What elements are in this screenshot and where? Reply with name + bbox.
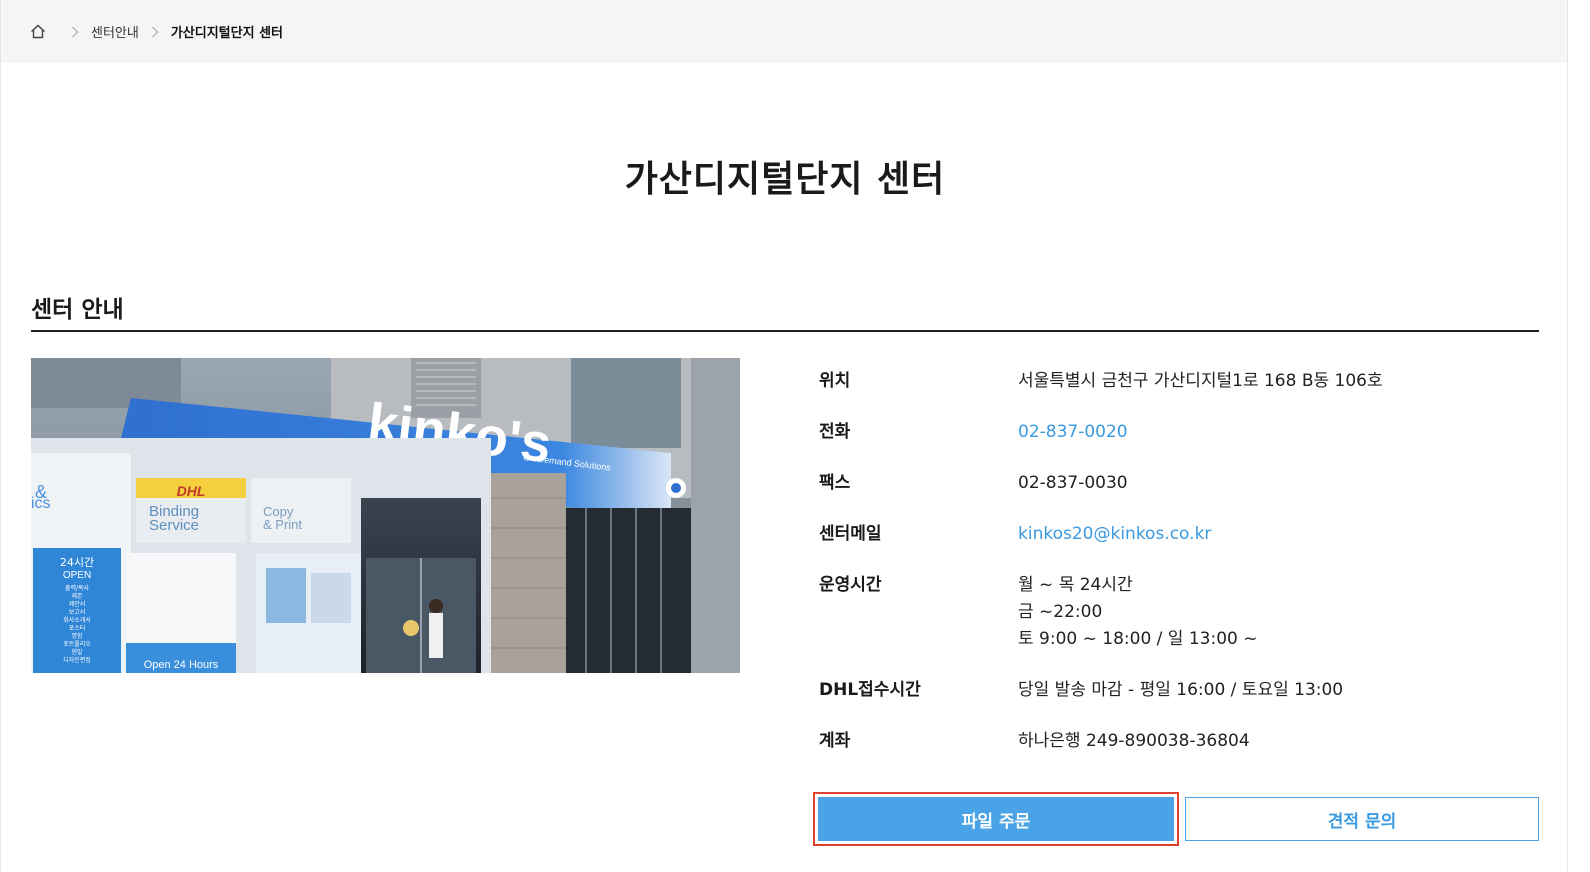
info-label-hours: 운영시간 <box>819 575 882 595</box>
home-icon[interactable] <box>29 23 47 41</box>
breadcrumb-item-current: 가산디지털단지 센터 <box>170 26 284 41</box>
svg-text:Open 24 Hours: Open 24 Hours <box>144 659 219 671</box>
info-row-location: 위치 서울특별시 금천구 가산디지털1로 168 B동 106호 <box>819 368 1539 395</box>
hours-line: 금 ~22:00 <box>1018 602 1103 622</box>
center-storefront-photo: kinko's On Demand Solutions & ics 24시간 O… <box>31 358 740 673</box>
page-frame: 센터안내 가산디지털단지 센터 가산디지털단지 센터 센터 안내 kinko's… <box>0 0 1568 872</box>
breadcrumb-item-center-guide[interactable]: 센터안내 <box>91 22 139 41</box>
email-link[interactable]: kinkos20@kinkos.co.kr <box>1018 521 1211 548</box>
svg-text:보고서: 보고서 <box>69 608 86 616</box>
svg-text:현발: 현발 <box>71 648 83 656</box>
svg-text:제안서: 제안서 <box>69 600 86 608</box>
svg-text:출력/복사: 출력/복사 <box>65 584 90 592</box>
info-value-fax: 02-837-0030 <box>1018 473 1128 493</box>
hours-line: 토 9:00 ~ 18:00 / 일 13:00 ~ <box>1018 629 1258 649</box>
info-label-dhl: DHL접수시간 <box>819 680 921 700</box>
breadcrumb: 센터안내 가산디지털단지 센터 <box>1 0 1567 63</box>
phone-link[interactable]: 02-837-0020 <box>1018 419 1128 446</box>
info-row-email: 센터메일 kinkos20@kinkos.co.kr <box>819 521 1539 548</box>
info-label-location: 위치 <box>819 371 851 391</box>
svg-text:디자인편집: 디자인편집 <box>63 656 91 664</box>
svg-text:포스터: 포스터 <box>69 624 86 632</box>
info-label-account: 계좌 <box>819 731 851 751</box>
svg-text:Service: Service <box>149 517 199 534</box>
svg-text:ics: ics <box>31 495 51 512</box>
chevron-right-icon <box>69 26 81 38</box>
info-row-fax: 팩스 02-837-0030 <box>819 470 1539 497</box>
chevron-right-icon <box>149 26 161 38</box>
info-value-hours: 월 ~ 목 24시간 금 ~22:00 토 9:00 ~ 18:00 / 일 1… <box>1018 572 1257 653</box>
file-order-button[interactable]: 파일 주문 <box>818 797 1174 841</box>
svg-text:회사소개서: 회사소개서 <box>63 616 91 624</box>
section-title: 센터 안내 <box>31 297 124 323</box>
page-title: 가산디지털단지 센터 <box>624 159 946 200</box>
info-row-account: 계좌 하나은행 249-890038-36804 <box>819 728 1539 755</box>
info-value-dhl: 당일 발송 마감 - 평일 16:00 / 토요일 13:00 <box>1018 680 1344 700</box>
info-value-location: 서울특별시 금천구 가산디지털1로 168 B동 106호 <box>1018 371 1383 391</box>
info-label-email: 센터메일 <box>819 524 882 544</box>
quote-inquiry-button[interactable]: 견적 문의 <box>1185 797 1539 841</box>
svg-text:OPEN: OPEN <box>63 570 91 581</box>
svg-text:& Print: & Print <box>263 517 302 532</box>
svg-text:DHL: DHL <box>177 483 206 499</box>
info-value-account: 하나은행 249-890038-36804 <box>1018 731 1250 751</box>
center-info-list: 위치 서울특별시 금천구 가산디지털1로 168 B동 106호 전화 02-8… <box>819 368 1539 779</box>
info-row-phone: 전화 02-837-0020 <box>819 419 1539 446</box>
hours-line: 월 ~ 목 24시간 <box>1018 575 1133 595</box>
section-divider <box>31 330 1539 332</box>
info-label-phone: 전화 <box>819 422 851 442</box>
info-row-hours: 운영시간 월 ~ 목 24시간 금 ~22:00 토 9:00 ~ 18:00 … <box>819 572 1539 653</box>
info-row-dhl: DHL접수시간 당일 발송 마감 - 평일 16:00 / 토요일 13:00 <box>819 677 1539 704</box>
svg-text:포트폴리오: 포트폴리오 <box>63 640 91 648</box>
svg-text:명함: 명함 <box>71 632 83 640</box>
info-label-fax: 팩스 <box>819 473 851 493</box>
svg-text:24시간: 24시간 <box>60 556 94 569</box>
svg-text:제본: 제본 <box>71 592 83 600</box>
